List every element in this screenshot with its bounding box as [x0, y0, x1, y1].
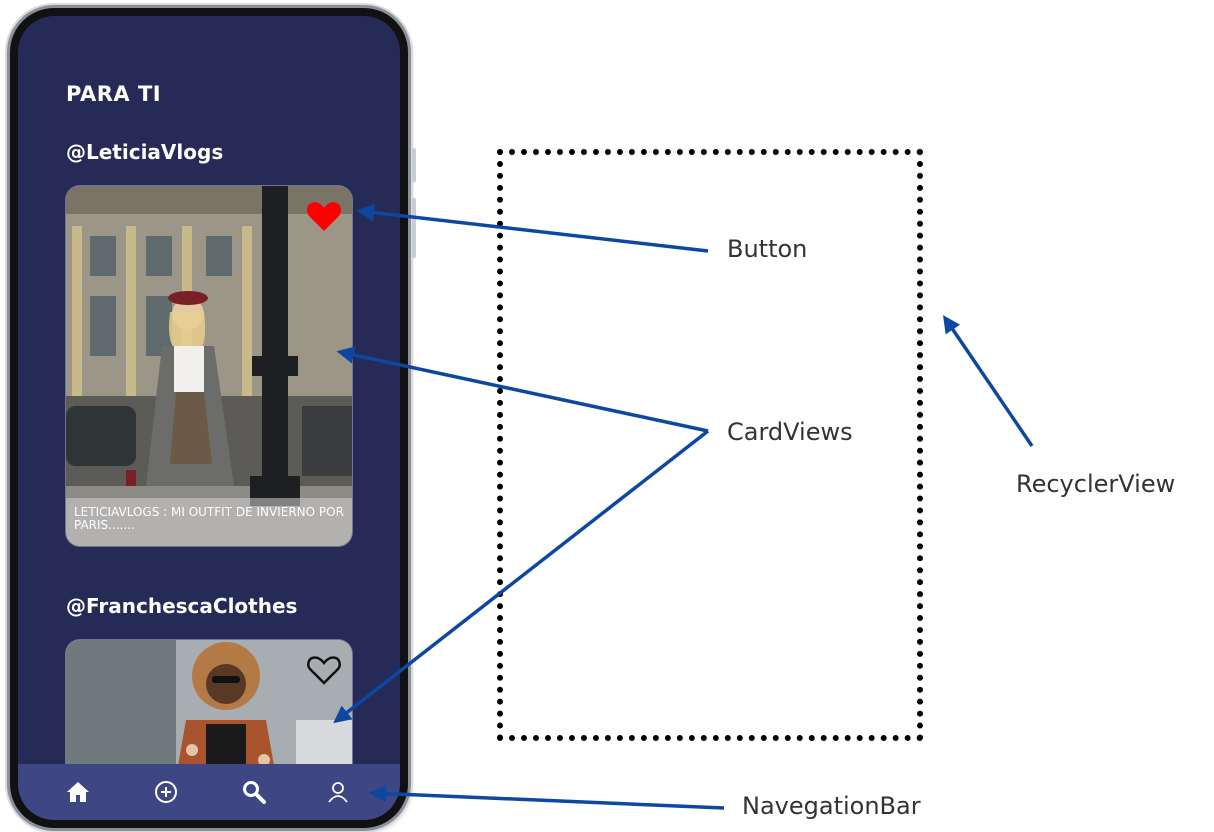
outfit-photo [66, 186, 352, 546]
navigation-bar [18, 764, 400, 820]
label-recyclerview: RecyclerView [1016, 470, 1176, 498]
nav-profile-button[interactable] [324, 778, 352, 806]
nav-home-button[interactable] [64, 778, 92, 806]
phone-volume-button [412, 198, 416, 258]
label-navigationbar: NavegationBar [742, 792, 921, 820]
phone-side-button [412, 148, 416, 182]
profile-icon [328, 782, 348, 803]
arrow-to-navigationbar [368, 784, 725, 810]
arrow-to-recyclerview [943, 315, 1034, 447]
nav-add-button[interactable] [152, 778, 180, 806]
app-screen: PARA TI @LeticiaVlogs LETICIAVLOGS: MI … [18, 16, 400, 820]
section-title: PARA TI [66, 82, 162, 106]
card-view[interactable]: LeticiaVlogs : MI OUTFIT DE INVIERNO POR… [66, 186, 352, 546]
like-button[interactable] [306, 654, 342, 686]
add-circle-icon [155, 781, 177, 803]
search-icon [243, 781, 266, 804]
home-icon [67, 782, 89, 802]
heart-filled-icon [306, 202, 342, 231]
card-caption: LeticiaVlogs : MI OUTFIT DE INVIERNO POR… [66, 498, 352, 546]
like-button[interactable] [306, 200, 342, 232]
phone-mockup: PARA TI @LeticiaVlogs LETICIAVLOGS: MI … [10, 8, 416, 828]
label-button: Button [727, 235, 808, 263]
heart-outline-icon [307, 656, 341, 685]
label-cardviews: CardViews [727, 418, 853, 446]
nav-search-button[interactable] [240, 778, 268, 806]
recyclerview-outline [497, 149, 923, 741]
card-author-handle: @LeticiaVlogs [66, 140, 224, 164]
card-author-handle: @FranchescaClothes [66, 594, 298, 618]
